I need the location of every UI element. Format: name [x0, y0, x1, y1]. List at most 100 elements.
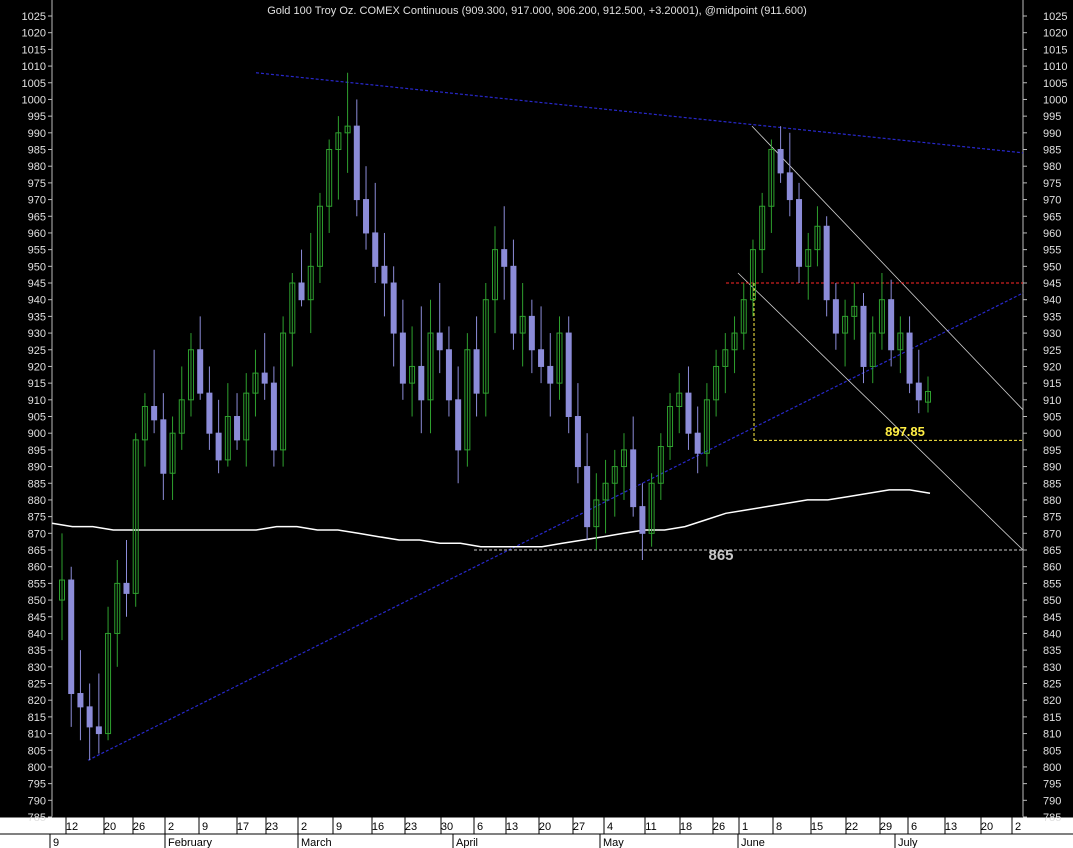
y-tick-label-left: 1015 — [22, 44, 46, 56]
candle-body — [639, 506, 646, 534]
candle-body — [832, 299, 839, 334]
y-tick-label-right: 885 — [1043, 478, 1061, 490]
x-day-label: 2 — [301, 821, 307, 833]
y-tick-label-right: 860 — [1043, 562, 1061, 574]
x-day-label: 20 — [539, 821, 551, 833]
y-tick-label-right: 1010 — [1043, 61, 1067, 73]
candle-body — [234, 416, 241, 441]
y-tick-label-right: 1005 — [1043, 78, 1067, 90]
x-day-label: 20 — [104, 821, 116, 833]
candle-body — [86, 706, 93, 728]
x-day-label: 4 — [607, 821, 613, 833]
x-day-label: 6 — [477, 821, 483, 833]
candle-body — [915, 382, 922, 401]
candle-body — [860, 305, 867, 367]
y-tick-label-right: 955 — [1043, 245, 1061, 257]
y-tick-label-right: 985 — [1043, 145, 1061, 157]
y-tick-label-right: 905 — [1043, 412, 1061, 424]
x-day-label: 13 — [506, 821, 518, 833]
y-tick-label-left: 960 — [28, 228, 46, 240]
candle-body — [215, 432, 222, 461]
y-tick-label-left: 995 — [28, 111, 46, 123]
y-tick-label-left: 920 — [28, 361, 46, 373]
y-tick-label-right: 790 — [1043, 795, 1061, 807]
y-tick-label-right: 890 — [1043, 462, 1061, 474]
x-day-label: 8 — [776, 821, 782, 833]
candle-body — [694, 432, 701, 454]
y-tick-label-left: 1025 — [22, 11, 46, 23]
candle-body — [77, 693, 84, 708]
y-tick-label-right: 895 — [1043, 445, 1061, 457]
x-month-label: May — [603, 837, 624, 848]
candle-body — [206, 392, 213, 434]
y-tick-label-right: 915 — [1043, 378, 1061, 390]
y-tick-label-left: 970 — [28, 195, 46, 207]
y-tick-label-right: 975 — [1043, 178, 1061, 190]
x-month-label: March — [301, 837, 332, 848]
candle-body — [197, 349, 204, 394]
x-day-label: 30 — [441, 821, 453, 833]
candle-body — [390, 282, 397, 334]
x-day-label: 20 — [981, 821, 993, 833]
x-day-label: 2 — [168, 821, 174, 833]
candle-body — [160, 419, 167, 474]
y-tick-label-right: 865 — [1043, 545, 1061, 557]
y-tick-label-right: 815 — [1043, 712, 1061, 724]
y-tick-label-left: 975 — [28, 178, 46, 190]
y-tick-label-left: 790 — [28, 795, 46, 807]
y-tick-label-left: 965 — [28, 211, 46, 223]
y-tick-label-left: 845 — [28, 612, 46, 624]
candle-body — [538, 349, 545, 367]
y-tick-label-right: 930 — [1043, 328, 1061, 340]
y-tick-label-right: 960 — [1043, 228, 1061, 240]
y-tick-label-right: 810 — [1043, 729, 1061, 741]
annotation-897-85: 897.85 — [885, 424, 925, 439]
y-tick-label-left: 875 — [28, 512, 46, 524]
y-tick-label-right: 855 — [1043, 578, 1061, 590]
x-month-label: June — [741, 837, 765, 848]
candle-body — [445, 349, 452, 401]
y-tick-label-left: 795 — [28, 779, 46, 791]
y-tick-label-right: 1020 — [1043, 28, 1067, 40]
candle-body — [584, 466, 591, 528]
y-tick-label-left: 940 — [28, 295, 46, 307]
y-tick-label-left: 1010 — [22, 61, 46, 73]
y-tick-label-right: 935 — [1043, 311, 1061, 323]
x-day-label: 22 — [846, 821, 858, 833]
y-tick-label-right: 945 — [1043, 278, 1061, 290]
candle-body — [363, 199, 370, 234]
y-tick-label-right: 1015 — [1043, 44, 1067, 56]
candle-body — [906, 332, 913, 384]
y-tick-label-left: 800 — [28, 762, 46, 774]
y-tick-label-right: 995 — [1043, 111, 1061, 123]
candle-body — [270, 382, 277, 451]
candle-body — [888, 299, 895, 351]
y-tick-label-right: 900 — [1043, 428, 1061, 440]
y-tick-label-right: 965 — [1043, 211, 1061, 223]
candle-body — [565, 332, 572, 418]
y-tick-label-left: 805 — [28, 745, 46, 757]
candle-body — [455, 399, 462, 451]
candle-body — [418, 365, 425, 401]
y-tick-label-left: 865 — [28, 545, 46, 557]
x-day-label: 12 — [66, 821, 78, 833]
y-tick-label-left: 1020 — [22, 28, 46, 40]
y-tick-label-right: 835 — [1043, 645, 1061, 657]
x-day-label: 29 — [880, 821, 892, 833]
y-tick-label-right: 850 — [1043, 595, 1061, 607]
y-tick-label-right: 825 — [1043, 679, 1061, 691]
y-tick-label-left: 895 — [28, 445, 46, 457]
candle-body — [786, 172, 793, 201]
y-tick-label-left: 825 — [28, 679, 46, 691]
candle-body — [151, 405, 158, 421]
candle-body — [501, 249, 508, 267]
y-tick-label-right: 980 — [1043, 161, 1061, 173]
y-tick-label-left: 980 — [28, 161, 46, 173]
candle-body — [261, 372, 268, 384]
x-month-label: July — [898, 837, 918, 848]
y-tick-label-right: 830 — [1043, 662, 1061, 674]
price-chart: Gold 100 Troy Oz. COMEX Continuous (909.… — [0, 0, 1073, 848]
candle-body — [823, 225, 830, 301]
candle-body — [777, 149, 784, 174]
x-day-label: 13 — [945, 821, 957, 833]
